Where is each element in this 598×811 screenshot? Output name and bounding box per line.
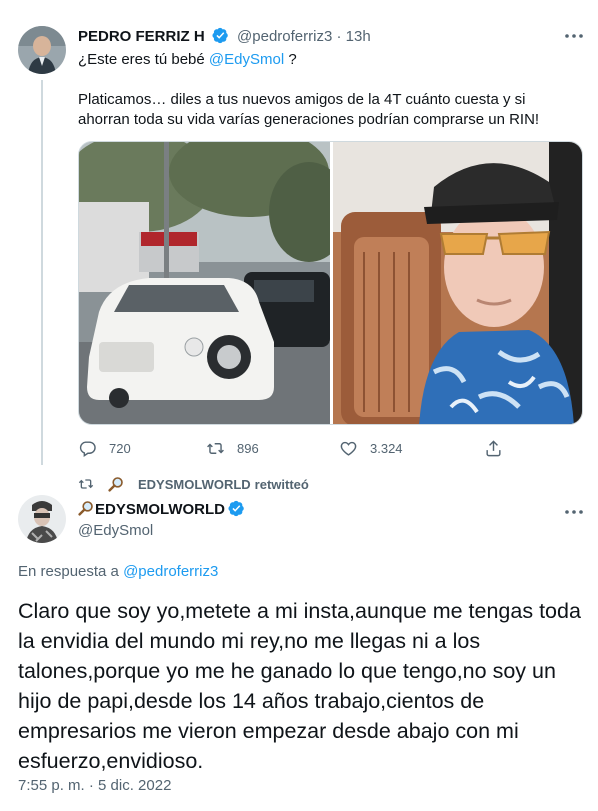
more-icon[interactable] [562,502,586,522]
tweet-text-line-1: ¿Este eres tú bebé @EdySmol ? [78,51,297,68]
retweet-action[interactable]: 896 [206,438,259,458]
magnifying-glass-icon [108,477,123,492]
reply-author-name[interactable]: EDYSMOLWORLD [95,501,225,518]
retweet-icon [207,442,224,454]
tweet-text-suffix: ? [284,51,297,68]
replying-to: En respuesta a @pedroferriz3 [18,563,218,580]
share-action[interactable] [484,438,515,458]
tweet-text-prefix: ¿Este eres tú bebé [78,51,209,68]
reply-tweet-text: Claro que soy yo,metete a mi insta,aunqu… [18,599,581,773]
reply-timestamp[interactable]: 7:55 p. m. · 5 dic. 2022 [18,777,171,794]
thread-connector-line [41,80,43,465]
more-icon[interactable] [562,26,586,46]
reply-author-handle[interactable]: @EdySmol [78,522,153,539]
reply-action[interactable]: 720 [78,438,131,458]
share-icon [486,439,501,456]
retweet-label: retwitteó [254,476,309,492]
verified-badge-icon [228,500,244,517]
tweet-header: PEDRO FERRIZ H @pedroferriz3 · 13h [78,27,371,45]
edysmol-avatar[interactable] [18,495,66,543]
replying-to-label: En respuesta a [18,563,124,580]
reply-author-name-row[interactable]: EDYSMOLWORLD [78,500,249,518]
retweet-icon [78,479,94,489]
like-icon [340,441,357,456]
tweet-media-gallery[interactable] [78,141,583,425]
retweeter-name[interactable]: EDYSMOLWORLD [138,477,251,492]
reply-count: 720 [109,440,131,456]
magnifying-glass-icon [78,501,93,516]
retweet-context: EDYSMOLWORLD retwitteó [78,475,309,493]
like-count: 3.324 [370,440,403,456]
retweet-count: 896 [237,440,259,456]
replying-to-link[interactable]: @pedroferriz3 [123,563,218,580]
tweet-time[interactable]: 13h [346,28,371,45]
like-action[interactable]: 3.324 [339,438,403,458]
pedro-avatar[interactable] [18,26,66,74]
verified-badge-icon [212,27,228,44]
selfie-photo [333,142,582,424]
mention-link[interactable]: @EdySmol [209,51,284,68]
white-car-photo [79,142,349,424]
reply-icon [79,440,96,457]
author-handle[interactable]: @pedroferriz3 [237,28,332,45]
author-name[interactable]: PEDRO FERRIZ H [78,28,205,45]
dot-separator: · [336,28,342,45]
tweet-text-body: Platicamos… diles a tus nuevos amigos de… [78,91,540,128]
